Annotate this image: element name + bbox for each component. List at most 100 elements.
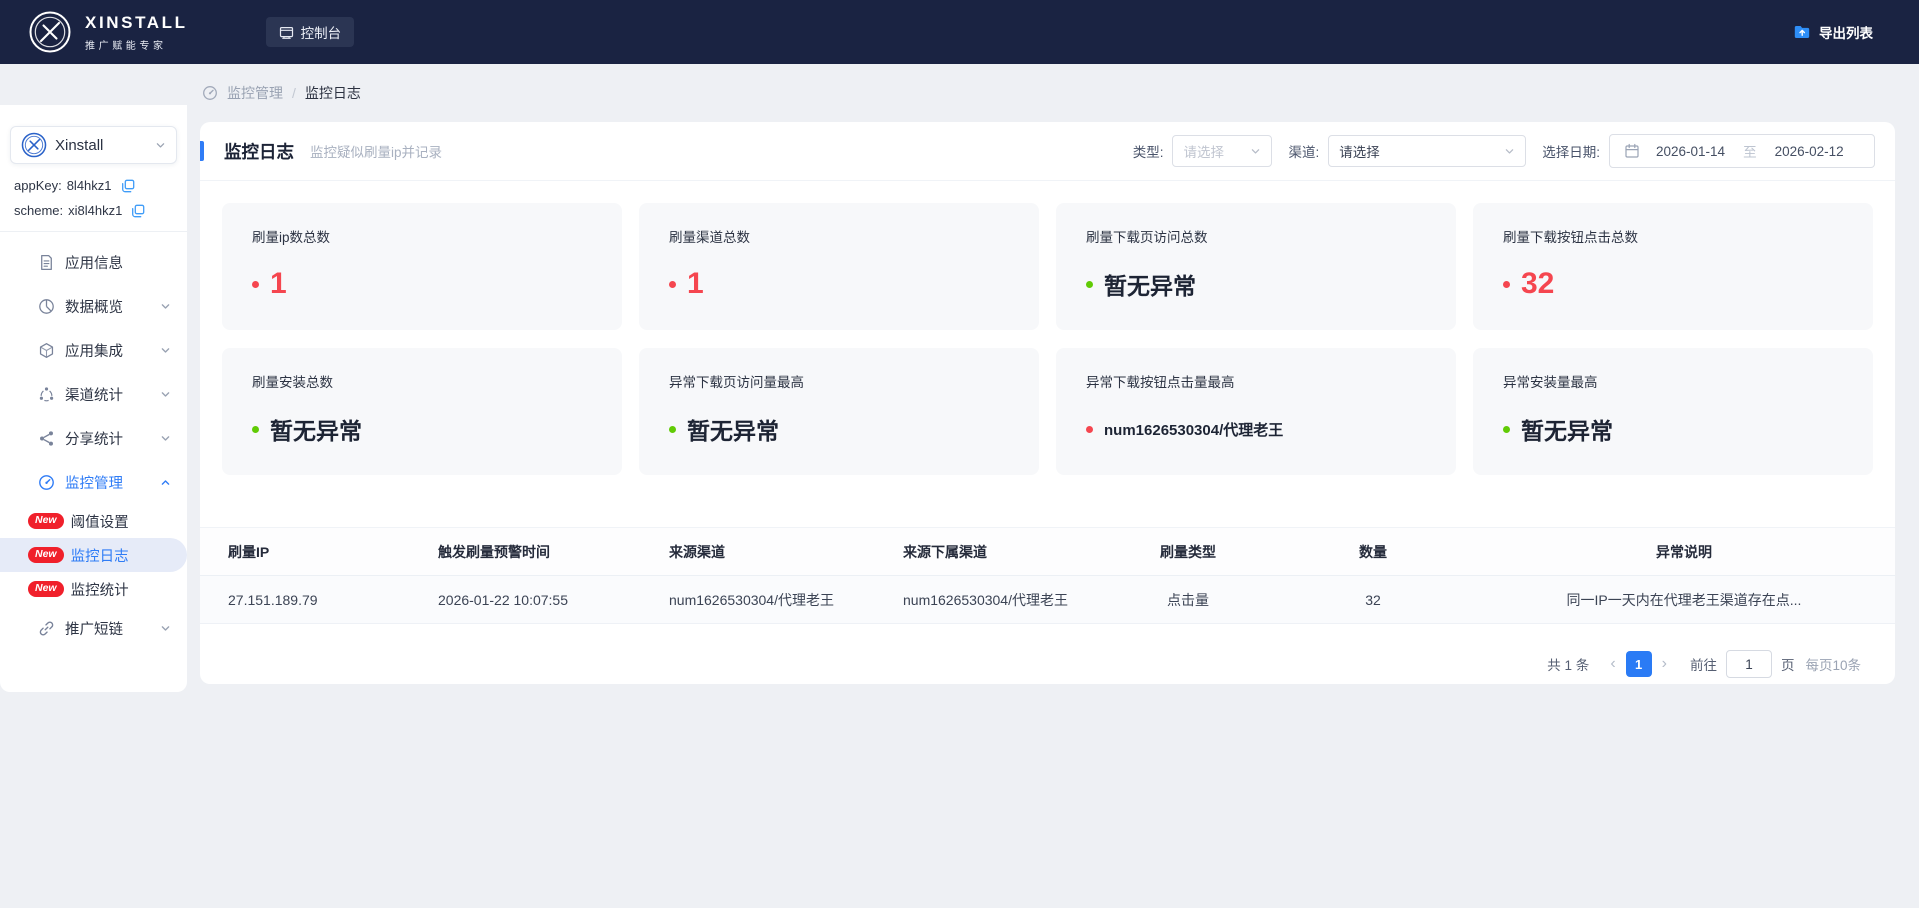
column-header: 来源下属渠道: [893, 528, 1103, 576]
page-1-button[interactable]: 1: [1626, 651, 1652, 677]
sidebar-item-promo-shortlink[interactable]: 推广短链: [0, 606, 187, 650]
pagination: 共 1 条 ‹ 1 › 前往 页 每页10条: [200, 650, 1895, 678]
red-dot: [1503, 281, 1510, 288]
green-dot: [252, 426, 259, 433]
xinstall-logo-small: [21, 132, 47, 158]
chevron-down-icon: [160, 345, 171, 356]
console-window-icon: [279, 25, 294, 40]
type-filter-label: 类型:: [1133, 141, 1164, 161]
page-title: 监控日志: [224, 139, 294, 164]
pie-chart-icon: [38, 298, 55, 315]
sidebar: Xinstall appKey: 8l4hkz1 scheme: xi8l4hk…: [0, 105, 187, 692]
cell-fake-type: 点击量: [1103, 576, 1273, 624]
chevron-down-icon: [1504, 146, 1515, 157]
app-selector[interactable]: Xinstall: [10, 126, 177, 164]
channel-select[interactable]: 请选择: [1328, 135, 1526, 167]
filter-bar: 类型: 请选择 渠道: 请选择 选择日期:: [1117, 134, 1875, 168]
sidebar-menu: 应用信息 数据概览 应用集成: [0, 240, 187, 650]
cell-count: 32: [1273, 576, 1473, 624]
breadcrumb-separator: /: [292, 85, 296, 101]
table-header-row: 刷量IP 触发刷量预警时间 来源渠道 来源下属渠道 刷量类型 数量 异常说明: [200, 528, 1895, 576]
per-page-label: 每页10条: [1805, 654, 1861, 674]
goto-page-input[interactable]: [1726, 650, 1772, 678]
sidebar-item-app-info[interactable]: 应用信息: [0, 240, 187, 284]
goto-label: 前往: [1690, 654, 1717, 674]
brand: XINSTALL 推广赋能专家: [28, 10, 188, 54]
column-header: 来源渠道: [659, 528, 893, 576]
red-dot: [669, 281, 676, 288]
cell-trigger-time: 2026-01-22 10:07:55: [428, 576, 659, 624]
console-button[interactable]: 控制台: [266, 17, 355, 47]
channel-filter-label: 渠道:: [1288, 141, 1319, 161]
export-button-label: 导出列表: [1819, 22, 1873, 42]
monitor-log-table: 刷量IP 触发刷量预警时间 来源渠道 来源下属渠道 刷量类型 数量 异常说明 2…: [200, 527, 1895, 624]
stat-card-fake-pageview-total: 刷量下载页访问总数 暂无异常: [1056, 203, 1456, 330]
integration-cube-icon: [38, 342, 55, 359]
chevron-up-icon: [160, 477, 171, 488]
sidebar-item-channel-stats[interactable]: 渠道统计: [0, 372, 187, 416]
next-page-button[interactable]: ›: [1655, 656, 1674, 672]
brand-title: XINSTALL: [85, 13, 188, 33]
date-to-label: 至: [1743, 141, 1757, 161]
appkey-value: 8l4hkz1: [67, 178, 112, 193]
chevron-down-icon: [160, 301, 171, 312]
cell-ip: 27.151.189.79: [200, 576, 428, 624]
page-subtitle: 监控疑似刷量ip并记录: [310, 141, 442, 161]
sidebar-item-monitor-stats[interactable]: New 监控统计: [0, 572, 187, 606]
sidebar-item-monitor-management[interactable]: 监控管理: [0, 460, 187, 504]
stat-card-abnormal-pageview-top: 异常下载页访问量最高 暂无异常: [639, 348, 1039, 475]
sidebar-item-threshold-settings[interactable]: New 阈值设置: [0, 504, 187, 538]
stat-card-fake-channel-total: 刷量渠道总数 1: [639, 203, 1039, 330]
new-badge: New: [28, 513, 64, 529]
sidebar-item-app-integration[interactable]: 应用集成: [0, 328, 187, 372]
link-chain-icon: [38, 620, 55, 637]
top-navbar: XINSTALL 推广赋能专家 控制台 导出列表: [0, 0, 1919, 64]
chevron-down-icon: [160, 433, 171, 444]
brand-subtitle: 推广赋能专家: [85, 37, 188, 52]
column-header: 刷量IP: [200, 528, 428, 576]
breadcrumb-current: 监控日志: [305, 83, 361, 103]
scheme-value: xi8l4hkz1: [68, 203, 122, 218]
sidebar-item-data-overview[interactable]: 数据概览: [0, 284, 187, 328]
export-list-button[interactable]: 导出列表: [1787, 21, 1879, 43]
stat-value: num1626530304/代理老王: [1104, 419, 1283, 440]
date-start-value: 2026-01-14: [1656, 144, 1725, 159]
cell-abnormal-desc: 同一IP一天内在代理老王渠道存在点...: [1473, 576, 1895, 624]
title-accent-bar: [200, 141, 204, 161]
main-panel: 监控日志 监控疑似刷量ip并记录 类型: 请选择 渠道: 请选择 选择日期:: [200, 122, 1895, 684]
xinstall-logo: [28, 10, 72, 54]
channel-cycle-icon: [38, 386, 55, 403]
table-row: 27.151.189.79 2026-01-22 10:07:55 num162…: [200, 576, 1895, 624]
breadcrumb: 监控管理 / 监控日志: [202, 64, 361, 122]
export-upload-icon: [1793, 23, 1811, 41]
copy-icon[interactable]: [121, 179, 135, 193]
stat-value: 1: [270, 267, 287, 301]
type-select[interactable]: 请选择: [1172, 135, 1272, 167]
stat-card-fake-install-total: 刷量安装总数 暂无异常: [222, 348, 622, 475]
green-dot: [669, 426, 676, 433]
copy-icon[interactable]: [131, 204, 145, 218]
appkey-label: appKey:: [14, 178, 62, 193]
page-unit-label: 页: [1781, 654, 1795, 674]
stat-value: 暂无异常: [270, 412, 362, 446]
sidebar-divider: [0, 231, 187, 232]
chevron-down-icon: [160, 623, 171, 634]
monitor-gauge-icon: [38, 474, 55, 491]
column-header: 触发刷量预警时间: [428, 528, 659, 576]
sidebar-item-share-stats[interactable]: 分享统计: [0, 416, 187, 460]
scheme-label: scheme:: [14, 203, 63, 218]
column-header: 异常说明: [1473, 528, 1895, 576]
new-badge: New: [28, 581, 64, 597]
date-range-picker[interactable]: 2026-01-14 至 2026-02-12: [1609, 134, 1875, 168]
prev-page-button[interactable]: ‹: [1603, 656, 1622, 672]
share-nodes-icon: [38, 430, 55, 447]
document-icon: [38, 254, 55, 271]
breadcrumb-section[interactable]: 监控管理: [227, 83, 283, 103]
sidebar-item-monitor-log[interactable]: New 监控日志: [0, 538, 187, 572]
green-dot: [1086, 281, 1093, 288]
date-end-value: 2026-02-12: [1775, 144, 1844, 159]
chevron-down-icon: [160, 389, 171, 400]
column-header: 数量: [1273, 528, 1473, 576]
pagination-total: 共 1 条: [1547, 654, 1589, 674]
new-badge: New: [28, 547, 64, 563]
